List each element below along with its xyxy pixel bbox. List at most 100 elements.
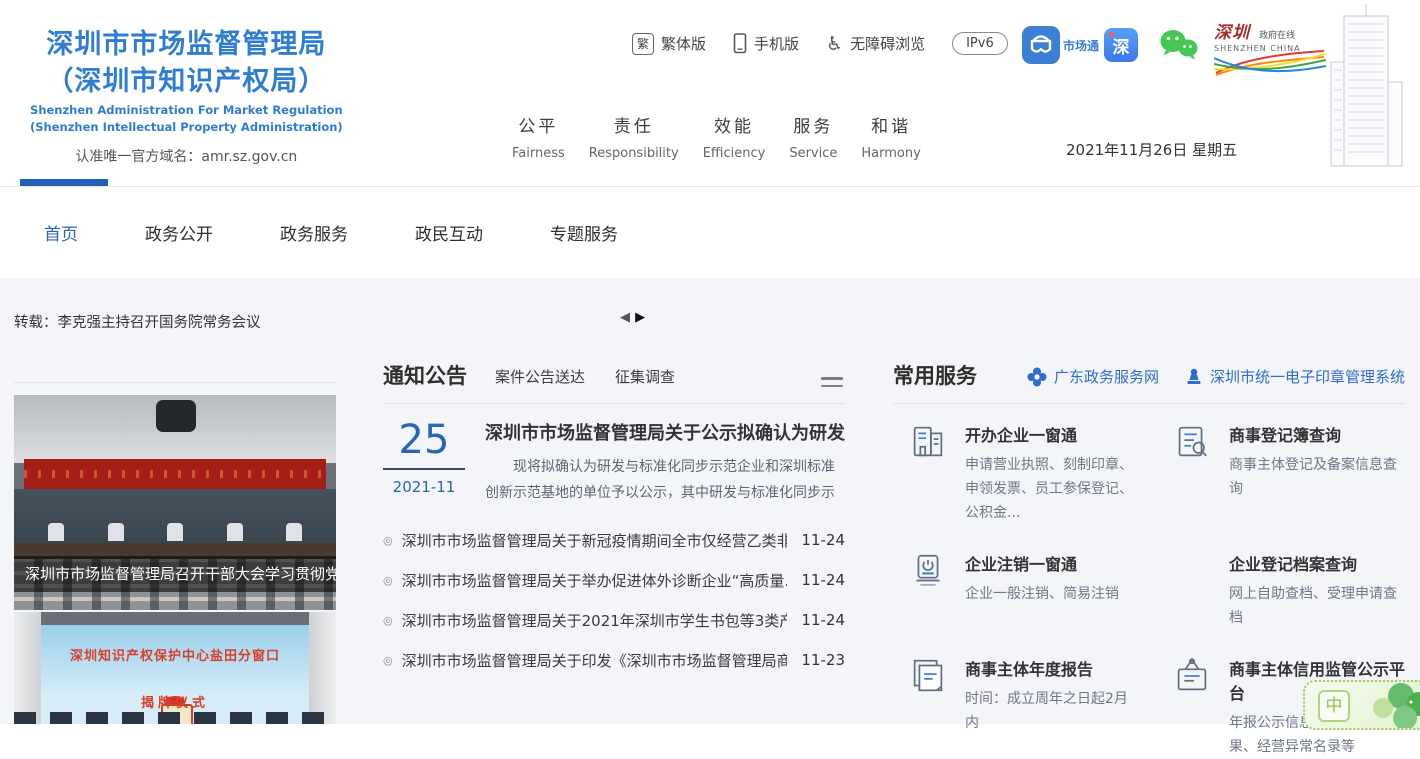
current-date: 2021年11月26日 星期五 — [1066, 139, 1237, 160]
featured-date-block: 25 2021-11 — [383, 419, 465, 506]
notice-title[interactable]: 深圳市市场监督管理局关于2021年深圳市学生书包等3类产... — [402, 610, 788, 631]
logo-title-line2: （深圳市知识产权局） — [30, 63, 343, 100]
site-header: 深圳市市场监督管理局 （深圳市知识产权局） Shenzhen Administr… — [0, 0, 1420, 186]
news-ticker[interactable]: 转载：李克强主持召开国务院常务会议 — [14, 311, 261, 332]
green-floating-widget[interactable]: 中 — [1303, 680, 1420, 730]
service-text: 企业注销一窗通 企业一般注销、简易注销 — [965, 549, 1119, 630]
shichangtong-app-icon — [1022, 26, 1060, 64]
ticker-next-icon[interactable]: ▶ — [635, 310, 645, 325]
ishenzhen-app-icon[interactable]: 深 — [1104, 28, 1138, 62]
accessibility-link[interactable]: ♿ 无障碍浏览 — [826, 33, 925, 54]
carousel-slide-ceremony[interactable]: 深圳知识产权保护中心盐田分窗口 揭牌仪式 — [14, 612, 336, 724]
ipv6-badge[interactable]: IPv6 — [952, 32, 1008, 55]
notice-row[interactable]: ◎ 深圳市市场监督管理局关于印发《深圳市市场监督管理局商... 11-23 — [383, 640, 845, 680]
main-nav: 首页 政务公开 政务服务 政民互动 专题服务 政务机器人 — [0, 187, 1420, 278]
bullet-icon: ◎ — [383, 534, 393, 547]
page: 深圳市市场监督管理局 （深圳市知识产权局） Shenzhen Administr… — [0, 0, 1420, 724]
notice-title[interactable]: 深圳市市场监督管理局关于新冠疫情期间全市仅经营乙类非... — [402, 530, 788, 551]
bullet-icon: ◎ — [383, 574, 393, 587]
slogan-zh: 公平 — [512, 112, 565, 137]
slogan-zh: 服务 — [789, 112, 837, 137]
tab-case-announcements[interactable]: 案件公告送达 — [495, 366, 585, 387]
carousel-caption[interactable]: 深圳市市场监督管理局召开干部大会学习贯彻党的十... — [14, 556, 336, 592]
service-desc: 网上自助查档、受理申请查档 — [1229, 582, 1405, 630]
ceremony-banner-line1: 深圳知识产权保护中心盐田分窗口 — [14, 645, 336, 664]
slogan-row: 公平 Fairness 责任 Responsibility 效能 Efficie… — [512, 112, 921, 161]
logo-title-line1: 深圳市市场监督管理局 — [30, 26, 343, 63]
header-quick-links: 繁 繁体版 手机版 ♿ 无障碍浏览 IPv6 — [632, 32, 1008, 55]
service-archive-search[interactable]: 企业登记档案查询 网上自助查档、受理申请查档 — [1157, 549, 1405, 630]
service-open-business[interactable]: 开办企业一窗通 申请营业执照、刻制印章、申领发票、员工参保登记、公积金... — [893, 420, 1141, 525]
notice-date: 11-24 — [801, 531, 845, 549]
notice-list: ◎ 深圳市市场监督管理局关于新冠疫情期间全市仅经营乙类非... 11-24 ◎ … — [383, 520, 845, 680]
service-desc: 商事主体登记及备案信息查询 — [1229, 453, 1405, 501]
ceremony-people — [14, 712, 336, 724]
slogan-en: Fairness — [512, 146, 565, 161]
services-header: 常用服务 广东政务服务网 深圳市统一电子印章管理系统 — [893, 360, 1405, 404]
notice-title[interactable]: 深圳市市场监督管理局关于举办促进体外诊断企业“高质量... — [402, 570, 788, 591]
zhong-glyph-box: 中 — [1318, 690, 1350, 722]
nav-item-home[interactable]: 首页 — [44, 220, 78, 245]
services-links: 广东政务服务网 深圳市统一电子印章管理系统 — [1027, 366, 1405, 390]
ishenzhen-glyph: 深 — [1113, 33, 1130, 58]
ticker-arrows: ◀ ▶ — [620, 310, 645, 325]
service-annual-report[interactable]: 商事主体年度报告 时间：成立周年之日起2月内 — [893, 654, 1141, 759]
service-registry-search[interactable]: 商事登记簿查询 商事主体登记及备案信息查询 — [1157, 420, 1405, 525]
accessibility-icon: ♿ — [826, 34, 843, 54]
slogan-responsibility: 责任 Responsibility — [589, 112, 679, 161]
featured-month: 2021-11 — [383, 478, 465, 496]
tab-surveys[interactable]: 征集调查 — [615, 366, 675, 387]
eseal-system-link[interactable]: 深圳市统一电子印章管理系统 — [1185, 366, 1405, 387]
service-desc: 企业一般注销、简易注销 — [965, 582, 1119, 606]
service-desc: 申请营业执照、刻制印章、申领发票、员工参保登记、公积金... — [965, 453, 1141, 525]
featured-title[interactable]: 深圳市市场监督管理局关于公示拟确认为研发与标... — [485, 419, 845, 445]
slogan-zh: 和谐 — [861, 112, 920, 137]
notice-row[interactable]: ◎ 深圳市市场监督管理局关于新冠疫情期间全市仅经营乙类非... 11-24 — [383, 520, 845, 560]
building-sketch-image — [1314, 4, 1418, 172]
shenzhen-china-logo-sub: 政府在线 — [1259, 31, 1295, 41]
nav-item-interaction[interactable]: 政民互动 — [415, 220, 483, 245]
nav-item-special-services[interactable]: 专题服务 — [550, 220, 618, 245]
bullet-icon: ◎ — [383, 614, 393, 627]
slogan-en: Service — [789, 146, 837, 161]
featured-summary: 现将拟确认为研发与标准化同步示范企业和深圳标准创新示范基地的单位予以公示，其中研… — [485, 454, 845, 506]
notice-tabs: 案件公告送达 征集调查 — [495, 366, 675, 390]
traditional-chinese-icon: 繁 — [632, 33, 654, 55]
featured-notice[interactable]: 25 2021-11 深圳市市场监督管理局关于公示拟确认为研发与标... 现将拟… — [383, 419, 845, 506]
business-open-icon — [907, 420, 949, 464]
nav-item-gov-disclosure[interactable]: 政务公开 — [145, 220, 213, 245]
service-text: 商事登记簿查询 商事主体登记及备案信息查询 — [1229, 420, 1405, 525]
slogan-en: Responsibility — [589, 146, 679, 161]
more-icon[interactable] — [821, 377, 843, 387]
logo-en-line1: Shenzhen Administration For Market Regul… — [30, 103, 343, 117]
service-title: 开办企业一窗通 — [965, 422, 1141, 446]
power-device-icon — [907, 549, 949, 593]
clover-leaves-icon — [1353, 680, 1420, 730]
notice-row[interactable]: ◎ 深圳市市场监督管理局关于举办促进体外诊断企业“高质量... 11-24 — [383, 560, 845, 600]
notice-row[interactable]: ◎ 深圳市市场监督管理局关于2021年深圳市学生书包等3类产... 11-24 — [383, 600, 845, 640]
mobile-version-link[interactable]: 手机版 — [733, 33, 799, 54]
ishenzhen-red-dot — [1109, 32, 1114, 37]
site-logo[interactable]: 深圳市市场监督管理局 （深圳市知识产权局） Shenzhen Administr… — [30, 26, 343, 166]
slogan-service: 服务 Service — [789, 112, 837, 161]
shichangtong-app-link[interactable]: 市场通 — [1022, 26, 1099, 64]
service-text: 开办企业一窗通 申请营业执照、刻制印章、申领发票、员工参保登记、公积金... — [965, 420, 1141, 525]
photo-projector — [156, 400, 196, 432]
eseal-system-label: 深圳市统一电子印章管理系统 — [1210, 366, 1405, 387]
gd-gov-service-label: 广东政务服务网 — [1054, 366, 1159, 387]
ticker-prev-icon[interactable]: ◀ — [620, 310, 630, 325]
nav-item-gov-services[interactable]: 政务服务 — [280, 220, 348, 245]
carousel-slide-meeting[interactable]: 深圳市市场监督管理局召开干部大会学习贯彻党的十... — [14, 395, 336, 610]
photo-carousel: 深圳市市场监督管理局召开干部大会学习贯彻党的十... 深圳知识产权保护中心盐田分… — [14, 382, 336, 724]
service-title: 企业注销一窗通 — [965, 551, 1119, 575]
service-title: 商事登记簿查询 — [1229, 422, 1405, 446]
notice-title[interactable]: 深圳市市场监督管理局关于印发《深圳市市场监督管理局商... — [402, 650, 788, 671]
photo-top-strip — [14, 612, 336, 625]
service-deregistration[interactable]: 企业注销一窗通 企业一般注销、简易注销 — [893, 549, 1141, 630]
wechat-icon[interactable] — [1158, 28, 1200, 68]
rainbow-swoosh-icon — [1214, 49, 1326, 77]
gd-gov-service-link[interactable]: 广东政务服务网 — [1027, 366, 1159, 387]
photo-officials — [48, 523, 302, 543]
notices-title: 通知公告 — [383, 360, 467, 390]
traditional-chinese-link[interactable]: 繁 繁体版 — [632, 33, 706, 55]
